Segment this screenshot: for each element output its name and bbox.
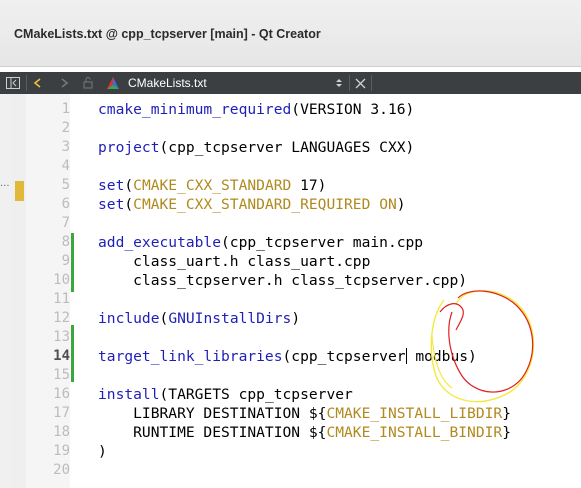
hand-drawn-annotation xyxy=(430,290,535,403)
